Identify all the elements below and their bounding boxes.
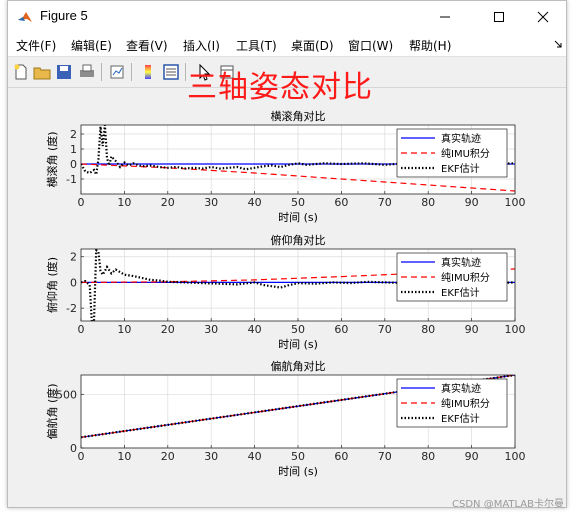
maximize-button[interactable]: [476, 1, 522, 32]
print-icon[interactable]: [78, 63, 96, 81]
menu-edit[interactable]: 编辑(E): [71, 37, 112, 54]
open-file-icon[interactable]: [33, 63, 51, 81]
close-icon: [537, 11, 549, 22]
menu-file[interactable]: 文件(F): [16, 37, 56, 54]
menu-insert[interactable]: 插入(I): [183, 37, 220, 54]
legend-icon[interactable]: [162, 63, 180, 81]
new-figure-icon[interactable]: [12, 63, 30, 81]
title-bar: Figure 5: [8, 1, 566, 32]
menu-window[interactable]: 窗口(W): [348, 37, 393, 54]
menu-bar: 文件(F) 编辑(E) 查看(V) 插入(I) 工具(T) 桌面(D) 窗口(W…: [8, 32, 566, 57]
menu-tools[interactable]: 工具(T): [236, 37, 277, 54]
colorbar-icon[interactable]: [139, 63, 157, 81]
dock-arrow-icon[interactable]: [554, 40, 562, 48]
link-plot-icon[interactable]: [108, 63, 126, 81]
matlab-logo-icon: [18, 12, 32, 22]
toolbar-separator: [185, 63, 186, 81]
menu-view[interactable]: 查看(V): [126, 37, 168, 54]
watermark: CSDN @MATLAB卡尔曼: [452, 499, 564, 510]
close-button[interactable]: [520, 1, 566, 32]
save-icon[interactable]: [55, 63, 73, 81]
toolbar-separator: [101, 63, 102, 81]
figure-supertitle: 三轴姿态对比: [187, 70, 373, 105]
toolbar-separator: [131, 63, 132, 81]
figure-canvas: [8, 88, 566, 507]
maximize-icon: [494, 11, 504, 22]
menu-help[interactable]: 帮助(H): [409, 37, 451, 54]
minimize-icon: [440, 16, 450, 17]
minimize-button[interactable]: [422, 1, 468, 32]
window-title: Figure 5: [40, 8, 88, 23]
menu-desktop[interactable]: 桌面(D): [291, 37, 334, 54]
